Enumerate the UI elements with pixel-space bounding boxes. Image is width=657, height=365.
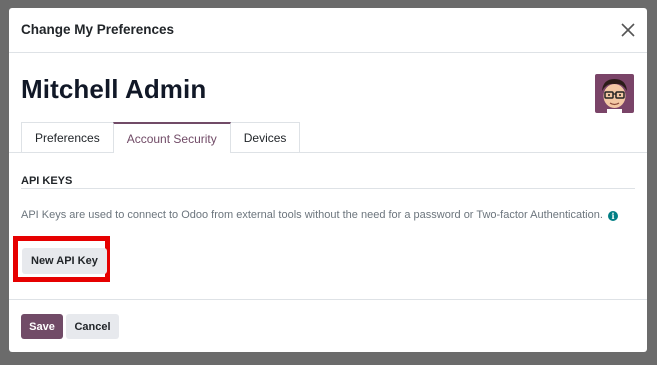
cancel-button[interactable]: Cancel — [66, 314, 119, 339]
tab-devices[interactable]: Devices — [229, 122, 301, 153]
close-icon[interactable] — [619, 21, 637, 39]
save-button[interactable]: Save — [21, 314, 63, 339]
new-api-key-button[interactable]: New API Key — [22, 248, 107, 274]
preferences-dialog: Change My Preferences Mitchell Admin Pre… — [9, 8, 647, 352]
tab-preferences[interactable]: Preferences — [21, 122, 114, 153]
dialog-title: Change My Preferences — [21, 22, 175, 37]
tab-bar: Preferences Account Security Devices — [21, 122, 301, 153]
section-divider — [21, 188, 635, 189]
info-icon[interactable]: i — [607, 211, 618, 221]
api-keys-description-row: API Keys are used to connect to Odoo fro… — [21, 209, 618, 221]
dialog-header: Change My Preferences — [9, 8, 647, 53]
tab-account-security[interactable]: Account Security — [112, 122, 231, 153]
tabs-divider — [9, 152, 647, 153]
user-avatar[interactable] — [595, 74, 634, 113]
footer-divider — [9, 299, 647, 300]
api-keys-description: API Keys are used to connect to Odoo fro… — [21, 209, 603, 221]
user-name: Mitchell Admin — [21, 74, 207, 104]
api-keys-section-title: API KEYS — [21, 175, 73, 187]
